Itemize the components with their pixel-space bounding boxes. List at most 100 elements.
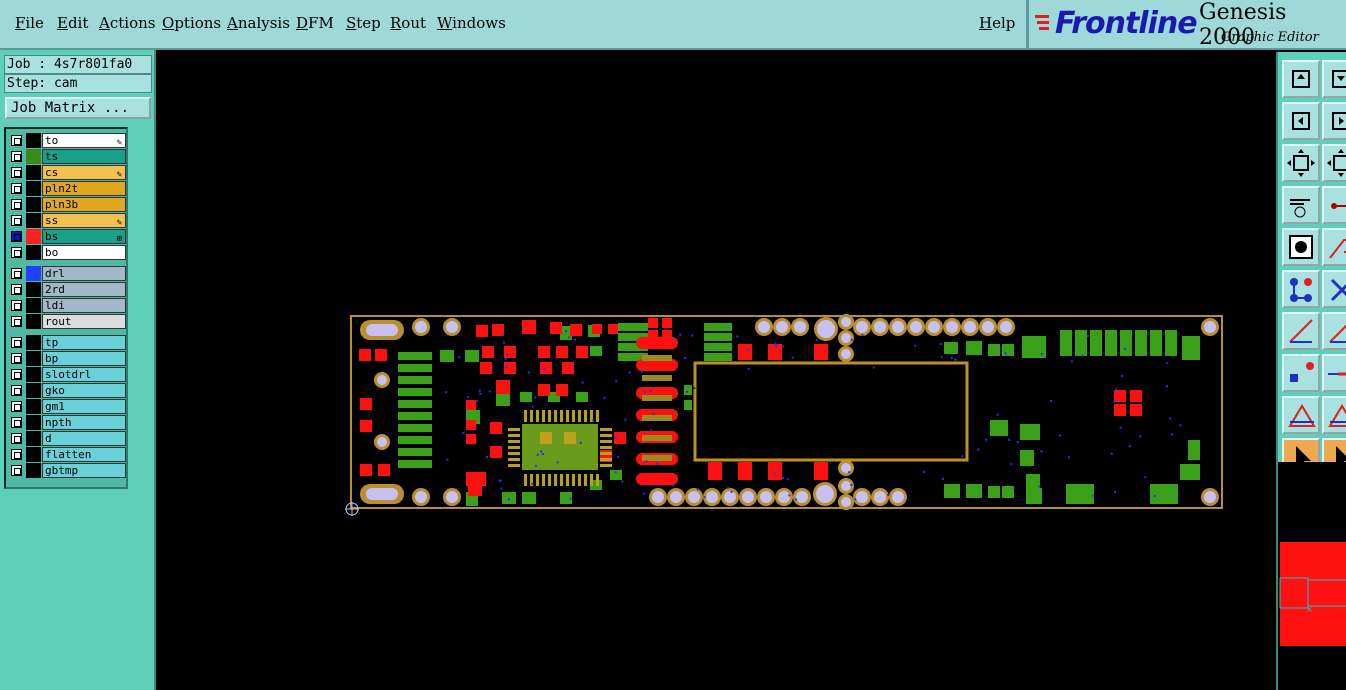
display-mode-icon[interactable]: [1282, 228, 1320, 266]
overview-window[interactable]: ×: [1276, 462, 1346, 690]
layer-color-swatch[interactable]: [26, 298, 41, 313]
layer-name[interactable]: gko: [42, 383, 126, 398]
layer-color-swatch[interactable]: [26, 367, 41, 382]
menu-rout[interactable]: Rout: [390, 14, 426, 32]
zoom-fit-icon[interactable]: [1282, 144, 1320, 182]
layer-row-d[interactable]: d: [8, 431, 126, 446]
layer-checkbox[interactable]: [11, 183, 22, 194]
layer-row-tp[interactable]: tp: [8, 335, 126, 350]
layer-name[interactable]: bs ⊞: [42, 229, 126, 244]
job-matrix-button[interactable]: Job Matrix ...: [5, 97, 151, 119]
layer-color-swatch[interactable]: [26, 335, 41, 350]
layer-row-pln3b[interactable]: pln3b: [8, 197, 126, 212]
layer-checkbox[interactable]: [11, 465, 22, 476]
layer-name[interactable]: to ✎: [42, 133, 126, 148]
layer-name[interactable]: tp: [42, 335, 126, 350]
pan-left-icon[interactable]: [1282, 102, 1320, 140]
layer-row-to[interactable]: to ✎: [8, 133, 126, 148]
layer-checkbox[interactable]: [11, 385, 22, 396]
layer-row-rout[interactable]: rout: [8, 314, 126, 329]
layer-row-bs[interactable]: bs ⊞: [8, 229, 126, 244]
layer-name[interactable]: ts: [42, 149, 126, 164]
measure-icon[interactable]: [1282, 186, 1320, 224]
layer-name[interactable]: gbtmp: [42, 463, 126, 478]
menu-windows[interactable]: Windows: [437, 14, 506, 32]
layer-color-swatch[interactable]: [26, 266, 41, 281]
layer-checkbox[interactable]: [11, 433, 22, 444]
layer-row-2rd[interactable]: 2rd: [8, 282, 126, 297]
layer-checkbox[interactable]: [11, 135, 22, 146]
layer-name[interactable]: gm1: [42, 399, 126, 414]
layer-row-slotdrl[interactable]: slotdrl: [8, 367, 126, 382]
layer-row-ldi[interactable]: ldi: [8, 298, 126, 313]
layer-checkbox[interactable]: [11, 231, 22, 242]
layer-row-ss[interactable]: ss ✎: [8, 213, 126, 228]
layer-name[interactable]: pln3b: [42, 197, 126, 212]
layer-color-swatch[interactable]: [26, 197, 41, 212]
layer-row-drl[interactable]: drl: [8, 266, 126, 281]
menu-file[interactable]: File: [15, 14, 44, 32]
layer-checkbox[interactable]: [11, 268, 22, 279]
graphic-canvas[interactable]: [156, 52, 1276, 690]
snap-icon[interactable]: [1322, 186, 1346, 224]
menu-step[interactable]: Step: [346, 14, 381, 32]
menu-edit[interactable]: Edit: [57, 14, 88, 32]
layer-color-swatch[interactable]: [26, 133, 41, 148]
layer-row-ts[interactable]: ts: [8, 149, 126, 164]
layer-color-swatch[interactable]: [26, 383, 41, 398]
layer-name[interactable]: pln2t: [42, 181, 126, 196]
layer-row-pln2t[interactable]: pln2t: [8, 181, 126, 196]
layer-checkbox[interactable]: [11, 284, 22, 295]
layer-name[interactable]: cs ✎: [42, 165, 126, 180]
layer-name[interactable]: bo: [42, 245, 126, 260]
layer-name[interactable]: 2rd: [42, 282, 126, 297]
zoom-out-icon[interactable]: [1322, 60, 1346, 98]
layer-checkbox[interactable]: [11, 369, 22, 380]
layer-name[interactable]: d: [42, 431, 126, 446]
draw-line-icon[interactable]: [1282, 312, 1320, 350]
layer-checkbox[interactable]: [11, 247, 22, 258]
layer-color-swatch[interactable]: [26, 314, 41, 329]
line-cut-icon[interactable]: [1322, 354, 1346, 392]
layer-row-npth[interactable]: npth: [8, 415, 126, 430]
layer-row-gbtmp[interactable]: gbtmp: [8, 463, 126, 478]
layer-checkbox[interactable]: [11, 151, 22, 162]
layer-color-swatch[interactable]: [26, 447, 41, 462]
layer-color-swatch[interactable]: [26, 463, 41, 478]
layer-color-swatch[interactable]: [26, 415, 41, 430]
zoom-home-icon[interactable]: [1282, 60, 1320, 98]
profile-icon[interactable]: [1322, 228, 1346, 266]
layer-row-cs[interactable]: cs ✎: [8, 165, 126, 180]
layer-checkbox[interactable]: [11, 300, 22, 311]
delete-icon[interactable]: [1322, 270, 1346, 308]
layer-color-swatch[interactable]: [26, 229, 41, 244]
layer-name[interactable]: npth: [42, 415, 126, 430]
layer-checkbox[interactable]: [11, 337, 22, 348]
layer-name[interactable]: ss ✎: [42, 213, 126, 228]
menu-help[interactable]: Help: [979, 14, 1015, 32]
draw-arc-icon[interactable]: [1322, 312, 1346, 350]
layer-checkbox[interactable]: [11, 353, 22, 364]
layer-color-swatch[interactable]: [26, 351, 41, 366]
layer-name[interactable]: slotdrl: [42, 367, 126, 382]
layer-row-bo[interactable]: bo: [8, 245, 126, 260]
polygon-icon[interactable]: [1322, 396, 1346, 434]
surface-icon[interactable]: [1282, 396, 1320, 434]
layer-color-swatch[interactable]: [26, 165, 41, 180]
layer-checkbox[interactable]: [11, 215, 22, 226]
layer-checkbox[interactable]: [11, 417, 22, 428]
layer-name[interactable]: ldi: [42, 298, 126, 313]
layer-color-swatch[interactable]: [26, 149, 41, 164]
layer-row-flatten[interactable]: flatten: [8, 447, 126, 462]
layer-color-swatch[interactable]: [26, 431, 41, 446]
layer-checkbox[interactable]: [11, 449, 22, 460]
layer-checkbox[interactable]: [11, 199, 22, 210]
layer-name[interactable]: flatten: [42, 447, 126, 462]
zoom-full-icon[interactable]: [1322, 144, 1346, 182]
layer-color-swatch[interactable]: [26, 213, 41, 228]
layer-checkbox[interactable]: [11, 167, 22, 178]
layer-row-gko[interactable]: gko: [8, 383, 126, 398]
layer-color-swatch[interactable]: [26, 245, 41, 260]
layer-color-swatch[interactable]: [26, 181, 41, 196]
layer-row-bp[interactable]: bp: [8, 351, 126, 366]
